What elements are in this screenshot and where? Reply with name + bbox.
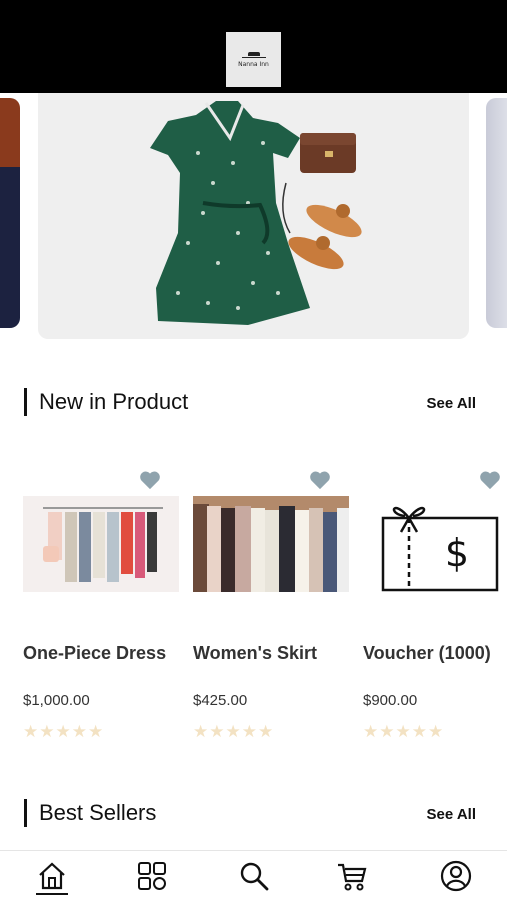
dress-banner-image <box>150 101 362 325</box>
product-image-clothing-rack <box>23 496 179 592</box>
heart-icon[interactable] <box>139 470 161 490</box>
brand-logo[interactable]: Nanna Inn <box>226 32 281 87</box>
new-in-product-title: New in Product <box>24 388 188 416</box>
profile-icon[interactable] <box>439 859 473 893</box>
product-price: $1,000.00 <box>23 692 90 709</box>
cart-icon[interactable] <box>335 859 369 893</box>
hat-brim <box>241 56 266 58</box>
banner-carousel[interactable] <box>0 93 507 343</box>
search-icon[interactable] <box>237 859 271 893</box>
best-sellers-title: Best Sellers <box>24 799 156 827</box>
gift-voucher-icon: $ <box>381 506 499 592</box>
active-tab-indicator <box>36 893 68 895</box>
app-header: Nanna Inn <box>0 0 507 93</box>
star-rating: ★★★★★ <box>363 722 445 741</box>
product-image-clothes-rail <box>193 496 349 592</box>
star-rating: ★★★★★ <box>193 722 275 741</box>
product-name[interactable]: Voucher (1000) <box>363 643 491 664</box>
product-name[interactable]: Women's Skirt <box>193 643 317 664</box>
new-in-product-see-all-link[interactable]: See All <box>427 395 476 412</box>
banner-slide-previous[interactable] <box>0 98 20 328</box>
svg-text:$: $ <box>445 531 469 575</box>
heart-icon[interactable] <box>309 470 331 490</box>
hat-icon <box>247 51 260 56</box>
heart-icon[interactable] <box>479 470 501 490</box>
product-price: $900.00 <box>363 692 418 709</box>
best-sellers-see-all-link[interactable]: See All <box>427 806 476 823</box>
bottom-navigation <box>0 850 507 901</box>
star-rating: ★★★★★ <box>23 722 105 741</box>
product-name[interactable]: One-Piece Dress <box>23 643 166 664</box>
logo-text: Nanna Inn <box>238 60 269 68</box>
banner-slide-current[interactable] <box>38 93 469 339</box>
home-icon[interactable] <box>35 859 69 893</box>
product-price: $425.00 <box>193 692 248 709</box>
banner-slide-next[interactable] <box>486 98 507 328</box>
categories-icon[interactable] <box>135 859 169 893</box>
